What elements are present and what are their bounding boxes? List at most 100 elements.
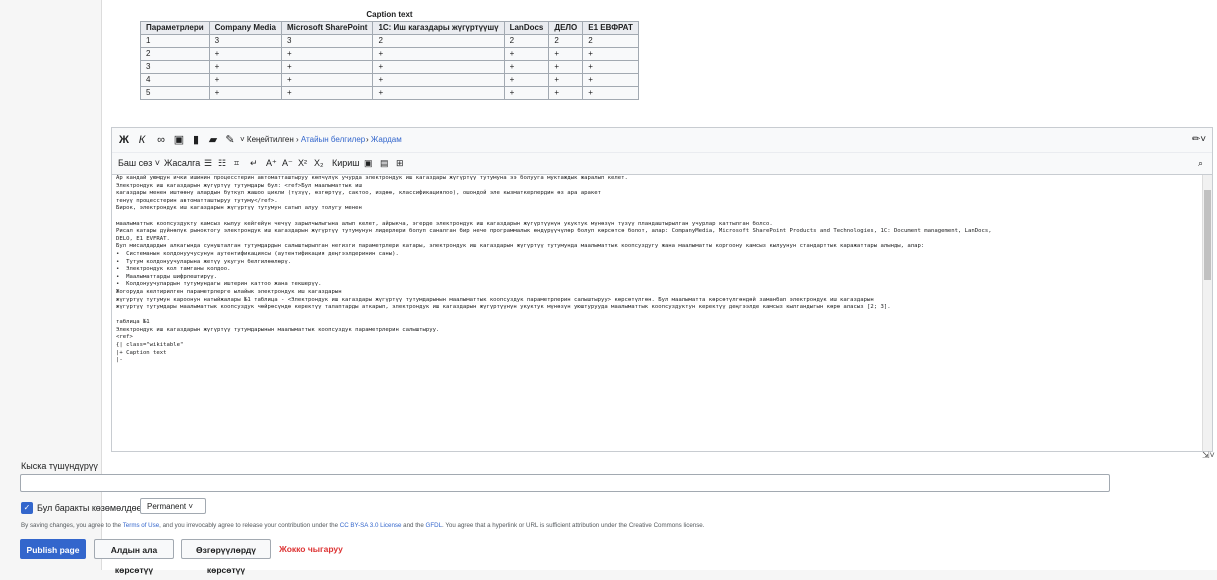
table-cell: 2	[140, 47, 210, 61]
editor-line: • Маалыматтарды шифрлештирүү.	[116, 273, 218, 280]
bold-button[interactable]: Ж	[118, 128, 130, 152]
table-cell: 1	[140, 34, 210, 48]
table-cell: +	[372, 60, 505, 74]
publish-button[interactable]: Publish page	[20, 539, 86, 559]
table-cell: +	[548, 60, 584, 74]
license-link[interactable]: CC BY-SA 3.0 License	[340, 522, 402, 529]
table-cell: +	[280, 60, 374, 74]
editor-line: Бул мисалдардын алкагында сунушталган ту…	[116, 243, 925, 250]
table-header-cell: ДЕЛО	[548, 21, 584, 35]
media-icon[interactable]: ▰	[206, 128, 220, 152]
italic-button[interactable]: К	[136, 128, 148, 152]
table-header-cell: Microsoft SharePoint	[280, 21, 374, 35]
editor-line: • Электрондук кол тамганы колдоо.	[116, 266, 231, 273]
special-chars-label: Атайын белгилер	[300, 135, 366, 144]
legal-mid: , and you irrevocably agree to release y…	[159, 522, 340, 529]
resize-handle-icon[interactable]: ⇲˅	[1202, 450, 1215, 461]
table-cell: 4	[140, 73, 210, 87]
table-cell: +	[548, 86, 584, 100]
table-header-cell: Параметрлери	[140, 21, 210, 35]
table-cell: +	[503, 86, 550, 100]
watch-checkbox[interactable]: ✓	[21, 502, 33, 514]
advanced-label: Кеңейтилген	[246, 135, 294, 144]
table-cell: +	[372, 73, 505, 87]
table-cell: +	[208, 47, 282, 61]
big-text-icon[interactable]: A⁺	[266, 153, 277, 174]
numbered-list-icon[interactable]: ☷	[218, 153, 226, 174]
editor-line: • Колдонуучулардын тутумундагы иштерин к…	[116, 281, 322, 288]
help-menu[interactable]: › Жардам	[366, 128, 402, 152]
table-cell: +	[372, 47, 505, 61]
format-label: Жасалга	[164, 158, 201, 168]
insert-label: Кириш	[332, 158, 360, 168]
bullet-list-icon[interactable]: ☰	[204, 153, 212, 174]
table-cell: +	[280, 86, 374, 100]
table-row: 2 + + + + + +	[140, 47, 639, 61]
small-text-icon[interactable]: A⁻	[282, 153, 293, 174]
table-cell: 2	[372, 34, 505, 48]
nowiki-icon[interactable]: ⌗	[234, 153, 239, 174]
table-caption: Caption text	[366, 10, 413, 19]
editor-line: тенүү процесстерин автоматташтыруу тутум…	[116, 197, 278, 204]
table-header-row: Параметрлери Company Media Microsoft Share…	[140, 21, 639, 35]
wikitext-textarea[interactable]: Ар кандай уюмдун ички ишинин процесстери…	[112, 175, 1208, 451]
table-cell: +	[548, 73, 584, 87]
table-cell: +	[503, 60, 550, 74]
subscript-icon[interactable]: X₂	[314, 153, 324, 174]
table-row: 5 + + + + + +	[140, 86, 639, 100]
redirect-icon[interactable]: ▤	[380, 153, 389, 174]
summary-input[interactable]	[20, 474, 1110, 492]
table-cell: +	[503, 73, 550, 87]
edit-mode-icon[interactable]: ✏˅	[1190, 128, 1208, 152]
editor-line: • Тутум колдонуучуларына жетүү укугун бе…	[116, 258, 292, 265]
gfdl-link[interactable]: GFDL	[426, 522, 443, 529]
table-cell: +	[582, 73, 639, 87]
table-header-cell: LanDocs	[503, 21, 550, 35]
editor-line: • Системанын колдонуучусунун аутентифика…	[116, 250, 399, 257]
image-icon[interactable]: ▣	[172, 128, 186, 152]
cancel-link[interactable]: Жокко чыгаруу	[277, 539, 345, 559]
table-cell: 3	[208, 34, 282, 48]
table-cell: +	[548, 47, 584, 61]
editor-line: Электрондук иш кагаздарын жүгүртүү тутум…	[116, 326, 440, 333]
signature-icon[interactable]: ✎	[223, 128, 237, 152]
newline-icon[interactable]: ↵	[250, 153, 258, 174]
table-cell: +	[208, 86, 282, 100]
gallery-icon[interactable]: ▣	[364, 153, 373, 174]
scrollbar-thumb[interactable]	[1204, 190, 1211, 280]
watch-expiry-select[interactable]: Permanent ˅	[140, 498, 206, 514]
editor-line: Бирок, электрондук иш кагаздарын жүгүртү…	[116, 205, 362, 212]
table-cell: +	[280, 73, 374, 87]
editor-toolbar-advanced: Баш сөз ˅ Жасалга ☰ ☷ ⌗ ↵ A⁺ A⁻ X² X₂ Ки…	[112, 153, 1212, 175]
table-cell: 2	[548, 34, 584, 48]
table-cell: 3	[280, 34, 374, 48]
table-cell: +	[503, 47, 550, 61]
search-replace-icon[interactable]: ⌕	[1198, 153, 1203, 174]
watch-label: Бул баракты көзөмөлдөө	[37, 503, 142, 513]
save-icon[interactable]: ▮	[190, 128, 202, 152]
editor-line: |+ Caption text	[116, 349, 167, 356]
editor-line: |-	[116, 357, 123, 364]
preview-button[interactable]: Алдын ала көрсөтүү	[94, 539, 174, 575]
textarea-scrollbar[interactable]	[1202, 175, 1212, 451]
link-icon[interactable]: ∞	[154, 128, 168, 152]
superscript-icon[interactable]: X²	[298, 153, 307, 174]
advanced-menu[interactable]: ˅ Кеңейтилген	[240, 128, 294, 152]
table-cell: +	[582, 60, 639, 74]
heading-dropdown[interactable]: Баш сөз ˅	[118, 153, 160, 174]
special-chars-menu[interactable]: › Атайын белгилер	[296, 128, 365, 152]
table-cell: 2	[503, 34, 550, 48]
legal-notice: By saving changes, you agree to the Term…	[21, 522, 704, 529]
show-changes-button[interactable]: Өзгөрүүлөрдү көрсөтүү	[181, 539, 271, 575]
table-cell: +	[280, 47, 374, 61]
table-header-cell: Company Media	[208, 21, 282, 35]
terms-link[interactable]: Terms of Use	[123, 522, 159, 529]
editor-toolbar-main: Ж К ∞ ▣ ▮ ▰ ✎ ˅ Кеңейтилген › Атайын бел…	[112, 128, 1212, 153]
table-row: 1332222	[140, 34, 639, 48]
table-row: 3 + + + + + +	[140, 60, 639, 74]
wikitext-editor: Ж К ∞ ▣ ▮ ▰ ✎ ˅ Кеңейтилген › Атайын бел…	[111, 127, 1213, 452]
table-cell: 2	[582, 34, 639, 48]
editor-line: кагаздары менен иштөөнү алардын бүткүл ж…	[116, 190, 601, 197]
table-icon[interactable]: ⊞	[396, 153, 404, 174]
